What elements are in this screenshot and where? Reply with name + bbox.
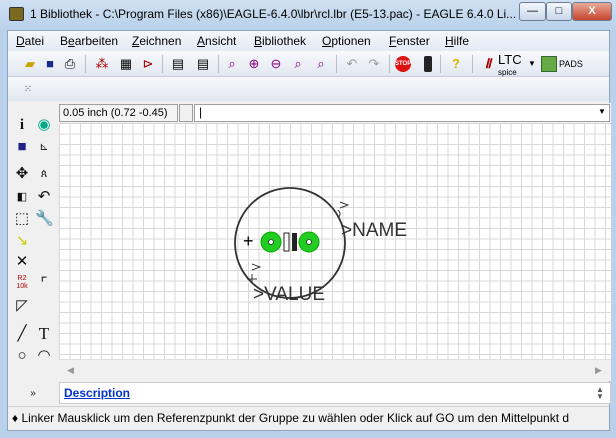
menu-optionen[interactable]: Optionen bbox=[322, 34, 371, 48]
command-input[interactable]: | bbox=[194, 104, 610, 122]
copy-icon[interactable]: ጰ bbox=[35, 165, 53, 183]
body-left bbox=[283, 232, 290, 252]
info-icon[interactable]: i bbox=[13, 116, 31, 134]
redraw-icon[interactable]: ⌕ bbox=[290, 56, 306, 72]
rotate-icon[interactable]: ↶ bbox=[35, 188, 53, 206]
name-label[interactable]: >NAME bbox=[341, 220, 407, 242]
zoom-fit-icon[interactable]: ⌕ bbox=[224, 56, 240, 72]
scroll-right-icon[interactable]: ▶ bbox=[595, 365, 602, 376]
horizontal-scrollbar[interactable]: ◀ ▶ bbox=[59, 359, 611, 381]
menu-bearbeiten[interactable]: Bearbeiten bbox=[60, 34, 118, 48]
menu-zeichnen[interactable]: Zeichnen bbox=[132, 34, 181, 48]
scroll-left-icon[interactable]: ◀ bbox=[67, 365, 74, 376]
layer-indicator bbox=[179, 104, 193, 122]
ltc-logo-icon[interactable]: Ⅱ bbox=[480, 56, 496, 72]
menu-ansicht[interactable]: Ansicht bbox=[197, 34, 236, 48]
description-link[interactable]: Description bbox=[64, 386, 130, 400]
show-icon[interactable]: ◉ bbox=[35, 116, 53, 134]
origin-marker: + bbox=[243, 231, 254, 251]
redo-icon[interactable]: ↷ bbox=[366, 56, 382, 72]
ulp-icon[interactable]: ▤ bbox=[195, 56, 211, 72]
main-window: Datei Bearbeiten Zeichnen Ansicht Biblio… bbox=[7, 30, 611, 431]
more-tools-icon[interactable]: » bbox=[24, 385, 42, 403]
symbol-icon[interactable]: ⊳ bbox=[140, 56, 156, 72]
tool-palette: i ◉ ■ ⊾ ✥ ጰ ◧ ↶ ⬚ 🔧 ↘ ✕ R2 10k ⌜ ◸ ╱ T ○ … bbox=[8, 103, 58, 406]
help-icon[interactable]: ? bbox=[448, 56, 464, 72]
body-right bbox=[292, 233, 297, 251]
menu-hilfe[interactable]: Hilfe bbox=[445, 34, 469, 48]
ltspice-dropdown-icon[interactable]: ▼ bbox=[528, 59, 536, 68]
status-bar: ♦ Linker Mausklick um den Referenzpunkt … bbox=[8, 406, 609, 430]
status-text: ♦ Linker Mausklick um den Referenzpunkt … bbox=[12, 411, 570, 425]
text-icon[interactable]: T bbox=[35, 325, 53, 343]
grid-icon[interactable]: ⁙ bbox=[20, 82, 36, 98]
save-icon[interactable]: ■ bbox=[42, 56, 58, 72]
mirror-icon[interactable]: ◧ bbox=[13, 188, 31, 206]
menu-bibliothek[interactable]: Bibliothek bbox=[254, 34, 306, 48]
wire-icon[interactable]: ╱ bbox=[13, 325, 31, 343]
command-row: 0.05 inch (0.72 -0.45) | ▼ bbox=[58, 103, 611, 123]
delete-icon[interactable]: ✕ bbox=[13, 253, 31, 271]
split-icon[interactable]: ◸ bbox=[13, 297, 31, 315]
open-icon[interactable]: ▰ bbox=[22, 56, 38, 72]
title-bar: 1 Bibliothek - C:\Program Files (x86)\EA… bbox=[0, 0, 616, 30]
grid-toolbar: ⁙ bbox=[8, 77, 609, 101]
close-button[interactable]: X bbox=[572, 2, 612, 21]
paste-icon[interactable]: ↘ bbox=[13, 232, 31, 250]
window-title: 1 Bibliothek - C:\Program Files (x86)\EA… bbox=[30, 7, 517, 21]
value-origin bbox=[247, 263, 262, 284]
mark-icon[interactable]: ⊾ bbox=[35, 138, 53, 156]
pads-button[interactable]: PADS bbox=[559, 59, 583, 69]
drawing-canvas[interactable]: + >NAME >VALUE bbox=[59, 123, 611, 359]
board-icon[interactable]: ⁂ bbox=[94, 56, 110, 72]
go-icon[interactable] bbox=[424, 56, 432, 72]
move-icon[interactable]: ✥ bbox=[13, 165, 31, 183]
coordinate-display: 0.05 inch (0.72 -0.45) bbox=[59, 104, 178, 122]
zoom-out-icon[interactable]: ⊖ bbox=[268, 56, 284, 72]
description-spin-icon[interactable]: ▲ ▼ bbox=[596, 386, 604, 401]
undo-icon[interactable]: ↶ bbox=[344, 56, 360, 72]
layer-icon[interactable]: ■ bbox=[13, 138, 31, 156]
menu-fenster[interactable]: Fenster bbox=[389, 34, 430, 48]
group-icon[interactable]: ⬚ bbox=[13, 210, 31, 228]
arc-icon[interactable]: ◠ bbox=[35, 347, 53, 365]
main-toolbar: ▰ ■ ⎙ ⁂ ▦ ⊳ ▤ ▤ ⌕ ⊕ ⊖ ⌕ ⌕ ↶ ↷ STOP ? Ⅱ L… bbox=[8, 51, 609, 77]
print-icon[interactable]: ⎙ bbox=[62, 56, 78, 72]
menu-datei[interactable]: Datei bbox=[16, 34, 44, 48]
script-icon[interactable]: ▤ bbox=[170, 56, 186, 72]
maximize-button[interactable]: □ bbox=[546, 2, 572, 21]
miter-icon[interactable]: ⌜ bbox=[35, 275, 53, 293]
minimize-button[interactable]: — bbox=[519, 2, 546, 21]
zoom-in-icon[interactable]: ⊕ bbox=[246, 56, 262, 72]
package-icon[interactable]: ▦ bbox=[118, 56, 134, 72]
circle-icon[interactable]: ○ bbox=[13, 347, 31, 365]
zoom-select-icon[interactable]: ⌕ bbox=[313, 56, 329, 72]
ltspice-button[interactable]: LTC spice bbox=[498, 53, 522, 78]
name-origin bbox=[337, 201, 350, 219]
value-label[interactable]: >VALUE bbox=[253, 284, 325, 306]
name-value-icon[interactable]: R2 10k bbox=[13, 275, 31, 293]
menu-bar: Datei Bearbeiten Zeichnen Ansicht Biblio… bbox=[8, 31, 609, 51]
change-icon[interactable]: 🔧 bbox=[35, 210, 54, 228]
pads-icon[interactable] bbox=[541, 56, 557, 72]
stop-icon[interactable]: STOP bbox=[395, 56, 411, 72]
command-history-dropdown-icon[interactable]: ▼ bbox=[598, 107, 606, 116]
app-icon bbox=[9, 7, 24, 21]
description-panel: Description ▲ ▼ bbox=[59, 382, 611, 404]
